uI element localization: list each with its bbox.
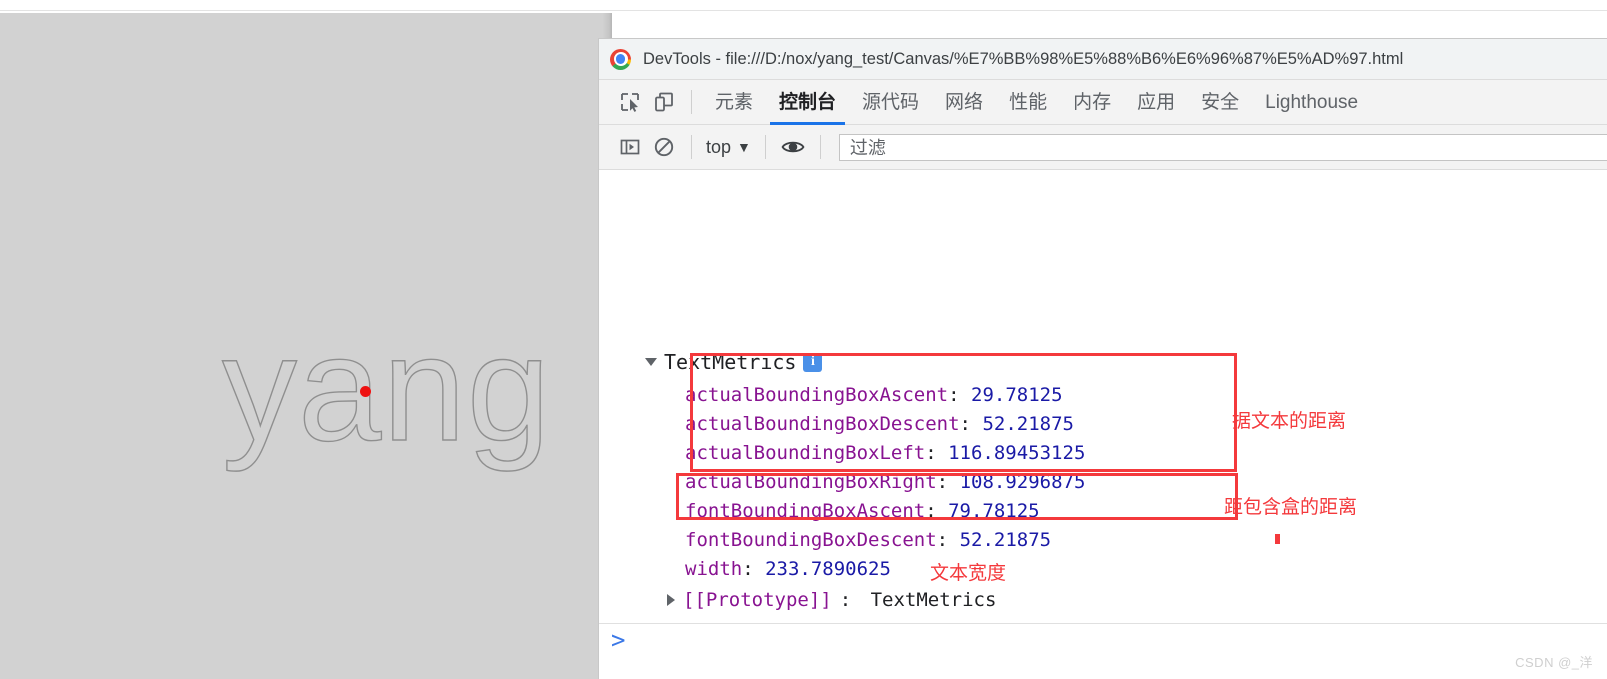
annotation-label-actual-bounds: 据文本的距离 [1232, 411, 1347, 432]
prototype-value: TextMetrics [870, 589, 997, 611]
property-key: actualBoundingBoxAscent [685, 384, 949, 406]
property-row-actualBoundingBoxLeft: actualBoundingBoxLeft: 116.89453125 [685, 442, 1086, 464]
property-row-width: width: 233.7890625 [685, 558, 891, 580]
inspect-element-icon[interactable] [613, 85, 647, 119]
clear-console-icon[interactable] [647, 130, 681, 164]
prototype-key: [[Prototype]] [683, 589, 832, 611]
console-prompt-caret[interactable]: > [611, 626, 625, 654]
tab-performance[interactable]: 性能 [996, 80, 1060, 125]
chrome-logo-icon [610, 48, 631, 70]
prototype-row[interactable]: [[Prototype]]: TextMetrics [667, 589, 996, 611]
devtools-window: DevTools - file:///D:/nox/yang_test/Canv… [598, 38, 1607, 679]
property-value: 233.7890625 [765, 558, 891, 580]
property-value: 29.78125 [971, 384, 1063, 406]
console-sidebar-icon[interactable] [613, 130, 647, 164]
tabbar-divider [691, 90, 692, 114]
property-key: actualBoundingBoxDescent [685, 413, 960, 435]
console-filter-toolbar: top ▼ 过滤 [599, 125, 1607, 170]
devtools-window-title: DevTools - file:///D:/nox/yang_test/Canv… [643, 49, 1404, 68]
property-key: actualBoundingBoxLeft [685, 442, 926, 464]
info-icon[interactable]: i [803, 352, 823, 372]
property-key: fontBoundingBoxAscent [685, 500, 926, 522]
tab-console[interactable]: 控制台 [766, 80, 849, 125]
annotation-tick-mark [1275, 534, 1280, 544]
textmetrics-object-header[interactable]: TextMetrics i [645, 350, 823, 374]
property-value: 52.21875 [982, 413, 1074, 435]
page-top-rule [0, 10, 1607, 11]
device-toolbar-icon[interactable] [647, 85, 681, 119]
console-filter-input[interactable]: 过滤 [838, 133, 1607, 161]
property-value: 52.21875 [959, 529, 1052, 551]
execution-context-selector[interactable]: top ▼ [702, 137, 755, 158]
property-row-actualBoundingBoxAscent: actualBoundingBoxAscent: 29.78125 [685, 384, 1063, 406]
property-row-actualBoundingBoxRight: actualBoundingBoxRight: 108.9296875 [685, 471, 1086, 493]
devtools-titlebar: DevTools - file:///D:/nox/yang_test/Canv… [599, 39, 1607, 80]
console-input-divider [599, 623, 1607, 624]
property-key: width [685, 558, 743, 580]
property-key: fontBoundingBoxDescent [685, 529, 937, 551]
canvas-origin-dot [360, 386, 371, 397]
console-toolbar-divider-2 [764, 135, 766, 159]
tab-elements[interactable]: 元素 [702, 80, 766, 125]
tab-security[interactable]: 安全 [1188, 80, 1252, 125]
tab-application[interactable]: 应用 [1124, 80, 1188, 125]
property-key: actualBoundingBoxRight [685, 471, 937, 493]
property-row-fontBoundingBoxDescent: fontBoundingBoxDescent: 52.21875 [685, 529, 1052, 551]
devtools-tab-bar: 元素 控制台 源代码 网络 性能 内存 应用 安全 Lighthouse [599, 80, 1607, 125]
property-value: 108.9296875 [959, 471, 1086, 493]
annotation-label-width: 文本宽度 [930, 563, 1007, 584]
tab-memory[interactable]: 内存 [1060, 80, 1124, 125]
live-expression-eye-icon[interactable] [776, 130, 810, 164]
annotation-label-font-bounds: 距包含盒的距离 [1224, 497, 1358, 518]
canvas-stroked-text: yang [221, 304, 552, 472]
console-message-area: TextMetrics i actualBoundingBoxAscent: 2… [599, 170, 1607, 679]
property-value: 79.78125 [948, 500, 1040, 522]
html-page-canvas: yang [0, 13, 612, 679]
console-toolbar-divider-1 [691, 135, 692, 159]
console-toolbar-divider-3 [819, 135, 821, 159]
property-row-fontBoundingBoxAscent: fontBoundingBoxAscent: 79.78125 [685, 500, 1040, 522]
execution-context-label: top [706, 136, 732, 157]
tab-sources[interactable]: 源代码 [849, 80, 932, 125]
triangle-down-icon[interactable] [645, 358, 657, 366]
chevron-down-icon: ▼ [737, 139, 751, 155]
tab-lighthouse[interactable]: Lighthouse [1252, 80, 1371, 125]
watermark-text: CSDN @_洋 [1515, 655, 1593, 670]
tab-network[interactable]: 网络 [932, 80, 996, 125]
textmetrics-label: TextMetrics [664, 350, 797, 374]
property-row-actualBoundingBoxDescent: actualBoundingBoxDescent: 52.21875 [685, 413, 1074, 435]
property-value: 116.89453125 [948, 442, 1086, 464]
triangle-right-icon[interactable] [667, 594, 675, 606]
